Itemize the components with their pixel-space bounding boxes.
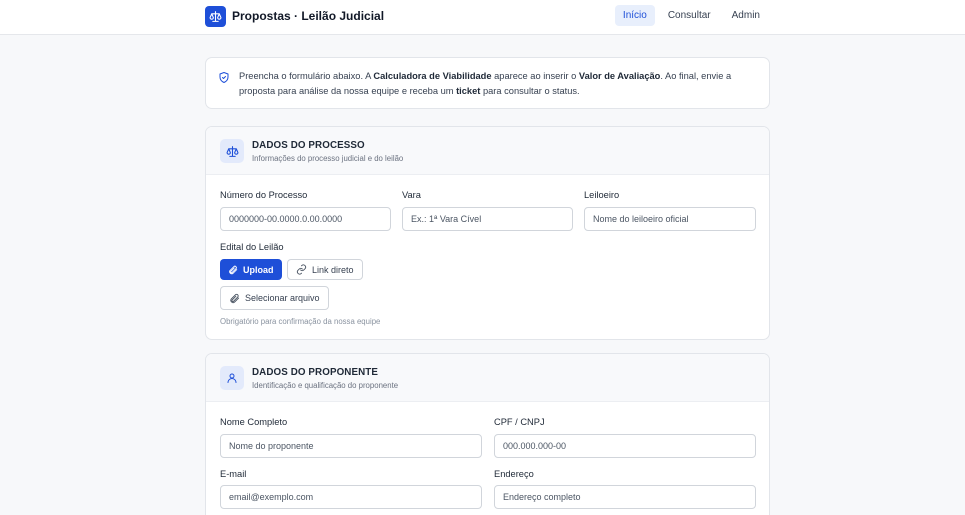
proponent-card-header: DADOS DO PROPONENTE Identificação e qual… (206, 354, 769, 402)
brand[interactable]: Propostas · Leilão Judicial (205, 5, 384, 27)
edital-hint: Obrigatório para confirmação da nossa eq… (220, 317, 381, 326)
cpf-label: CPF / CNPJ (494, 417, 545, 427)
nav-admin[interactable]: Admin (724, 5, 768, 26)
numero-label: Número do Processo (220, 190, 308, 200)
process-card-header: DADOS DO PROCESSO Informações do process… (206, 127, 769, 175)
main-nav: Início Consultar Admin (614, 5, 768, 26)
link-label: Link direto (312, 264, 354, 275)
proponent-card: DADOS DO PROPONENTE Identificação e qual… (205, 353, 770, 515)
endereco-label: Endereço (494, 469, 534, 479)
section-title: DADOS DO PROPONENTE (252, 367, 379, 378)
app-title: Propostas · Leilão Judicial (232, 9, 385, 23)
email-label: E-mail (220, 469, 247, 479)
upload-label: Upload (243, 264, 274, 275)
nome-label: Nome Completo (220, 417, 288, 427)
shield-check-icon (218, 71, 230, 87)
select-file-button[interactable]: Selecionar arquivo (220, 286, 329, 310)
link-tab-button[interactable]: Link direto (287, 259, 363, 280)
leiloeiro-label: Leiloeiro (584, 190, 620, 200)
nav-inicio[interactable]: Início (614, 5, 655, 26)
edital-label: Edital do Leilão (220, 242, 284, 252)
top-navbar: Propostas · Leilão Judicial Início Consu… (0, 0, 965, 35)
email-input[interactable]: email@exemplo.com (220, 485, 482, 509)
scale-icon (205, 5, 226, 27)
vara-input[interactable]: Ex.: 1ª Vara Cível (402, 207, 573, 231)
leiloeiro-input[interactable]: Nome do leiloeiro oficial (584, 207, 756, 231)
section-subtitle: Identificação e qualificação do proponen… (252, 381, 399, 390)
cpf-input[interactable]: 000.000.000-00 (494, 434, 756, 458)
link-icon (296, 264, 307, 275)
paperclip-icon (229, 265, 238, 274)
user-icon (220, 366, 244, 390)
upload-tab-button[interactable]: Upload (220, 259, 282, 280)
info-notice: Preencha o formulário abaixo. A Calculad… (205, 57, 770, 109)
endereco-input[interactable]: Endereço completo (494, 485, 756, 509)
numero-processo-input[interactable]: 0000000-00.0000.0.00.0000 (220, 207, 391, 231)
notice-text: Preencha o formulário abaixo. A Calculad… (239, 71, 732, 96)
nav-consultar[interactable]: Consultar (660, 5, 719, 26)
select-file-label: Selecionar arquivo (245, 293, 320, 303)
nome-input[interactable]: Nome do proponente (220, 434, 482, 458)
section-title: DADOS DO PROCESSO (252, 140, 365, 151)
vara-label: Vara (402, 190, 421, 200)
section-subtitle: Informações do processo judicial e do le… (252, 154, 404, 163)
paperclip-icon (230, 293, 240, 303)
process-card: DADOS DO PROCESSO Informações do process… (205, 126, 770, 340)
scale-icon (220, 139, 244, 163)
